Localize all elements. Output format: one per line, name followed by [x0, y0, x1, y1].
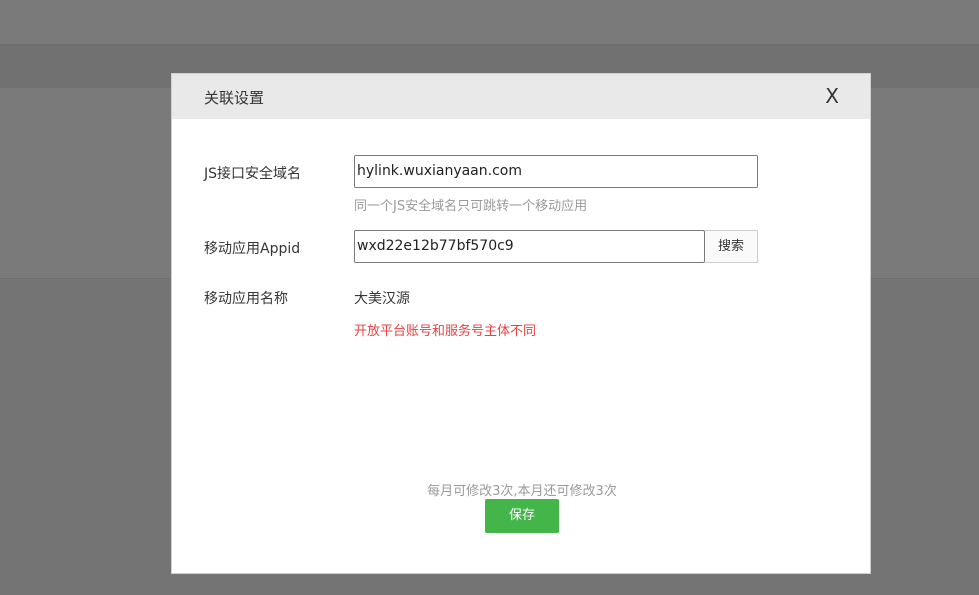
association-settings-dialog: 关联设置 X JS接口安全域名 hylink.wuxianyaan.com 同一…: [171, 73, 871, 574]
appid-input[interactable]: wxd22e12b77bf570c9: [354, 230, 705, 263]
app-name-label: 移动应用名称: [204, 291, 288, 307]
appid-label: 移动应用Appid: [204, 241, 301, 257]
js-domain-hint: 同一个JS安全域名只可跳转一个移动应用: [354, 199, 588, 214]
error-message: 开放平台账号和服务号主体不同: [354, 324, 537, 339]
search-button[interactable]: 搜索: [705, 230, 758, 263]
save-button[interactable]: 保存: [485, 499, 559, 533]
close-button[interactable]: X: [825, 84, 839, 108]
js-domain-input[interactable]: hylink.wuxianyaan.com: [354, 155, 758, 188]
app-name-value: 大美汉源: [354, 291, 410, 307]
js-domain-label: JS接口安全域名: [204, 166, 302, 182]
dialog-title: 关联设置: [204, 89, 265, 107]
quota-text: 每月可修改3次,本月还可修改3次: [427, 484, 617, 499]
dialog-header: 关联设置 X: [172, 74, 870, 119]
